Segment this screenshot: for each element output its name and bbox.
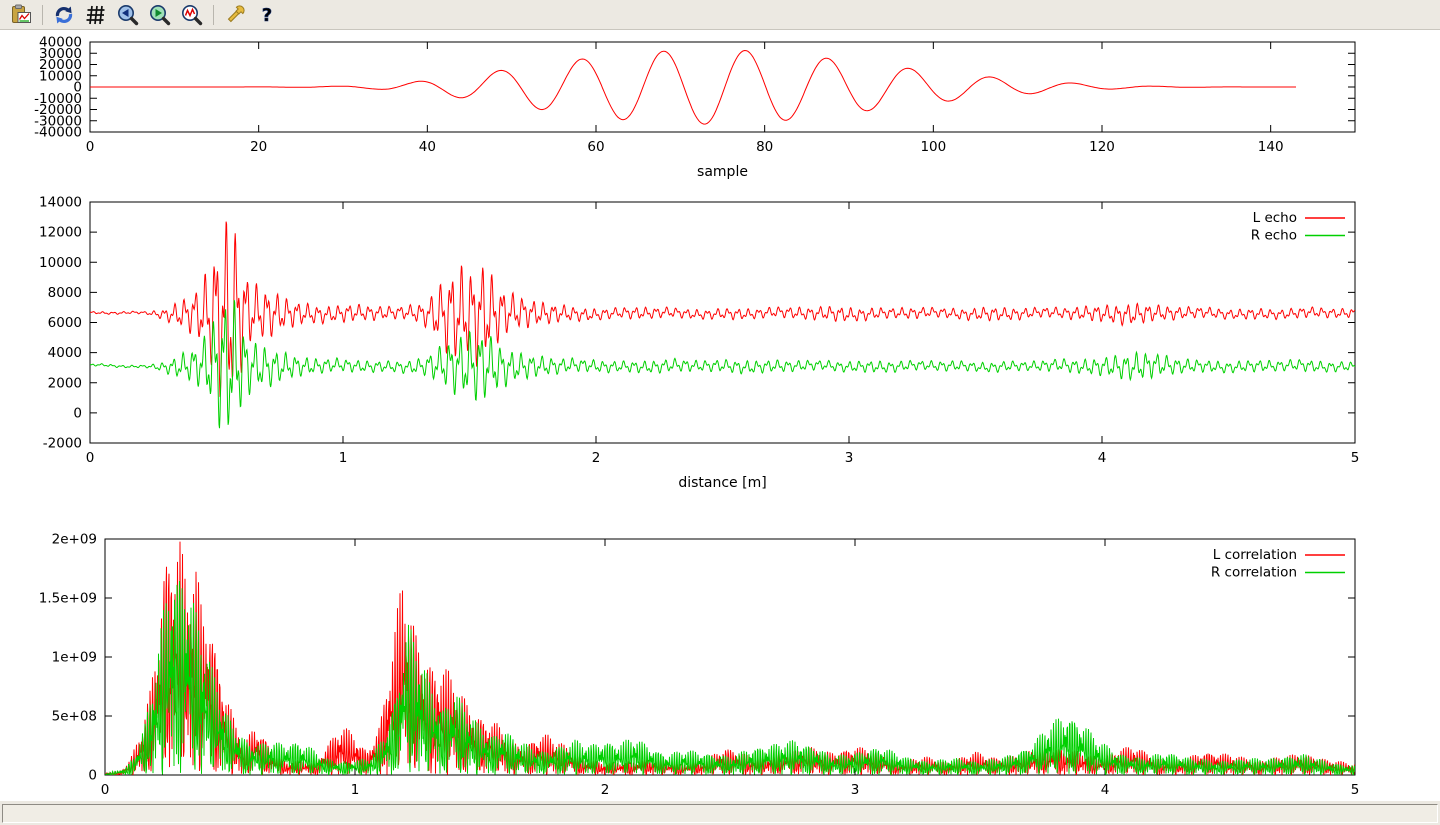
x-tick-label: 5: [1351, 450, 1360, 466]
series-l-correlation: [105, 542, 1355, 775]
zoom-next-icon: [149, 4, 171, 26]
zoom-next-button[interactable]: [145, 1, 175, 29]
copy-to-clipboard-icon: [10, 4, 32, 26]
x-axis-title: sample: [697, 164, 748, 180]
x-tick-label: 3: [851, 782, 860, 798]
legend-label: L correlation: [1213, 547, 1297, 563]
svg-text:?: ?: [262, 5, 272, 26]
y-tick-label: 1.5e+09: [39, 591, 97, 607]
x-tick-label: 20: [250, 139, 267, 155]
legend-label: L echo: [1253, 210, 1297, 226]
x-tick-label: 120: [1089, 139, 1115, 155]
correlation-chart[interactable]: 01234505e+081e+091.5e+092e+09distance [m…: [0, 500, 1440, 825]
series-l-echo: [90, 222, 1355, 397]
x-tick-label: 0: [86, 139, 95, 155]
series-pulse: [90, 51, 1296, 125]
y-tick-label: 2000: [48, 375, 82, 391]
status-message: [2, 804, 1438, 823]
grid-icon: [85, 4, 107, 26]
legend: L echo R echo: [1251, 210, 1345, 244]
y-tick-label: -2000: [43, 436, 82, 452]
copy-to-clipboard-button[interactable]: [6, 1, 36, 29]
x-tick-label: 4: [1098, 450, 1107, 466]
gnuplot-window: ? 020406080100120140-40000-30000-20000-1…: [0, 0, 1440, 825]
zoom-previous-button[interactable]: [113, 1, 143, 29]
series-group: [105, 542, 1355, 775]
y-tick-label: 5e+08: [52, 709, 97, 725]
y-tick-label: 8000: [48, 285, 82, 301]
y-tick-label: 1e+09: [52, 650, 97, 666]
series-r-correlation: [105, 581, 1355, 775]
x-tick-label: 60: [587, 139, 604, 155]
plot-canvas: 020406080100120140-40000-30000-20000-100…: [0, 30, 1440, 800]
replot-button[interactable]: [49, 1, 79, 29]
status-bar: [0, 800, 1440, 825]
autoscale-icon: [181, 4, 203, 26]
x-axis-title: distance [m]: [678, 475, 766, 491]
x-tick-label: 3: [845, 450, 854, 466]
x-tick-label: 0: [101, 782, 110, 798]
y-tick-label: 6000: [48, 315, 82, 331]
x-tick-label: 40: [419, 139, 436, 155]
toolbar: ?: [0, 0, 1440, 30]
x-tick-label: 1: [351, 782, 360, 798]
x-tick-label: 4: [1101, 782, 1110, 798]
configure-button[interactable]: [220, 1, 250, 29]
x-tick-label: 2: [601, 782, 610, 798]
y-tick-label: 40000: [39, 35, 82, 51]
y-tick-label: 12000: [39, 225, 82, 241]
x-axis: 0 1 2 3 4 5: [86, 202, 1360, 466]
series-group: [90, 51, 1296, 125]
x-tick-label: 140: [1258, 139, 1284, 155]
legend-label: R correlation: [1211, 565, 1297, 581]
wrench-icon: [224, 4, 246, 26]
legend: L correlation R correlation: [1211, 547, 1345, 581]
x-tick-label: 1: [339, 450, 348, 466]
x-axis: 0 20 40 60 80 100 120 140: [86, 42, 1284, 155]
x-tick-label: 0: [86, 450, 95, 466]
x-tick-label: 5: [1351, 782, 1360, 798]
toolbar-separator: [42, 5, 43, 25]
toolbar-separator: [213, 5, 214, 25]
help-icon: ?: [256, 4, 278, 26]
echo-chart[interactable]: 012345-200002000400060008000100001200014…: [0, 190, 1440, 500]
y-axis: -2000 0 2000 4000 6000 8000 10000 12000 14000: [39, 195, 1355, 452]
series-group: [90, 222, 1355, 429]
help-button[interactable]: ?: [252, 1, 282, 29]
x-tick-label: 80: [756, 139, 773, 155]
zoom-previous-icon: [117, 4, 139, 26]
replot-icon: [53, 4, 75, 26]
y-tick-label: 4000: [48, 345, 82, 361]
y-tick-label: 10000: [39, 255, 82, 271]
plot-border: [105, 539, 1355, 775]
pulse-chart[interactable]: 020406080100120140-40000-30000-20000-100…: [0, 30, 1440, 190]
y-tick-label: 14000: [39, 195, 82, 211]
y-tick-label: 0: [73, 405, 82, 421]
y-tick-label: 2e+09: [52, 532, 97, 548]
toggle-grid-button[interactable]: [81, 1, 111, 29]
legend-label: R echo: [1251, 228, 1297, 244]
x-tick-label: 100: [920, 139, 946, 155]
x-tick-label: 2: [592, 450, 601, 466]
apply-autoscale-button[interactable]: [177, 1, 207, 29]
y-tick-label: 0: [88, 768, 97, 784]
